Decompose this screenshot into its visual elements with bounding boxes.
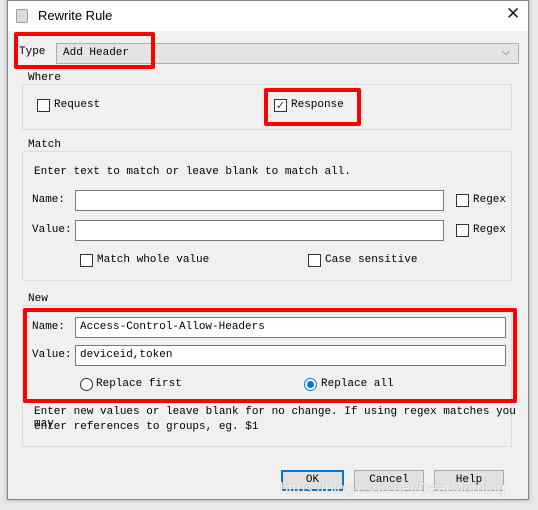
highlight-response bbox=[264, 88, 361, 126]
where-legend: Where bbox=[26, 72, 64, 84]
request-label: Request bbox=[54, 99, 101, 111]
match-name-label: Name: bbox=[32, 194, 66, 206]
case-sensitive-label: Case sensitive bbox=[325, 254, 418, 266]
rewrite-rule-dialog: Rewrite Rule ✕ Type Add Header ⌵ Where R… bbox=[7, 0, 529, 500]
regex-name-label: Regex bbox=[473, 194, 507, 206]
match-legend: Match bbox=[26, 139, 64, 151]
regex-name-checkbox[interactable] bbox=[456, 194, 469, 207]
match-whole-checkbox[interactable] bbox=[80, 254, 93, 267]
match-value-label: Value: bbox=[32, 224, 72, 236]
case-sensitive-checkbox[interactable] bbox=[308, 254, 321, 267]
request-checkbox[interactable] bbox=[37, 99, 50, 112]
close-icon[interactable]: ✕ bbox=[506, 4, 520, 24]
app-icon bbox=[16, 9, 28, 23]
new-hint-line2: enter references to groups, eg. $1 bbox=[34, 421, 259, 433]
chevron-down-icon: ⌵ bbox=[501, 45, 510, 58]
watermark: https://blog.csdn.net/DearMorning bbox=[280, 480, 506, 497]
match-name-input[interactable] bbox=[75, 190, 444, 211]
match-value-input[interactable] bbox=[75, 220, 444, 241]
dialog-title: Rewrite Rule bbox=[38, 8, 113, 23]
title-bar: Rewrite Rule ✕ bbox=[8, 1, 528, 31]
new-legend: New bbox=[26, 293, 50, 305]
match-hint: Enter text to match or leave blank to ma… bbox=[34, 166, 351, 178]
regex-value-label: Regex bbox=[473, 224, 507, 236]
match-whole-label: Match whole value bbox=[97, 254, 210, 266]
highlight-new bbox=[23, 308, 517, 403]
regex-value-checkbox[interactable] bbox=[456, 224, 469, 237]
highlight-type bbox=[14, 32, 155, 69]
